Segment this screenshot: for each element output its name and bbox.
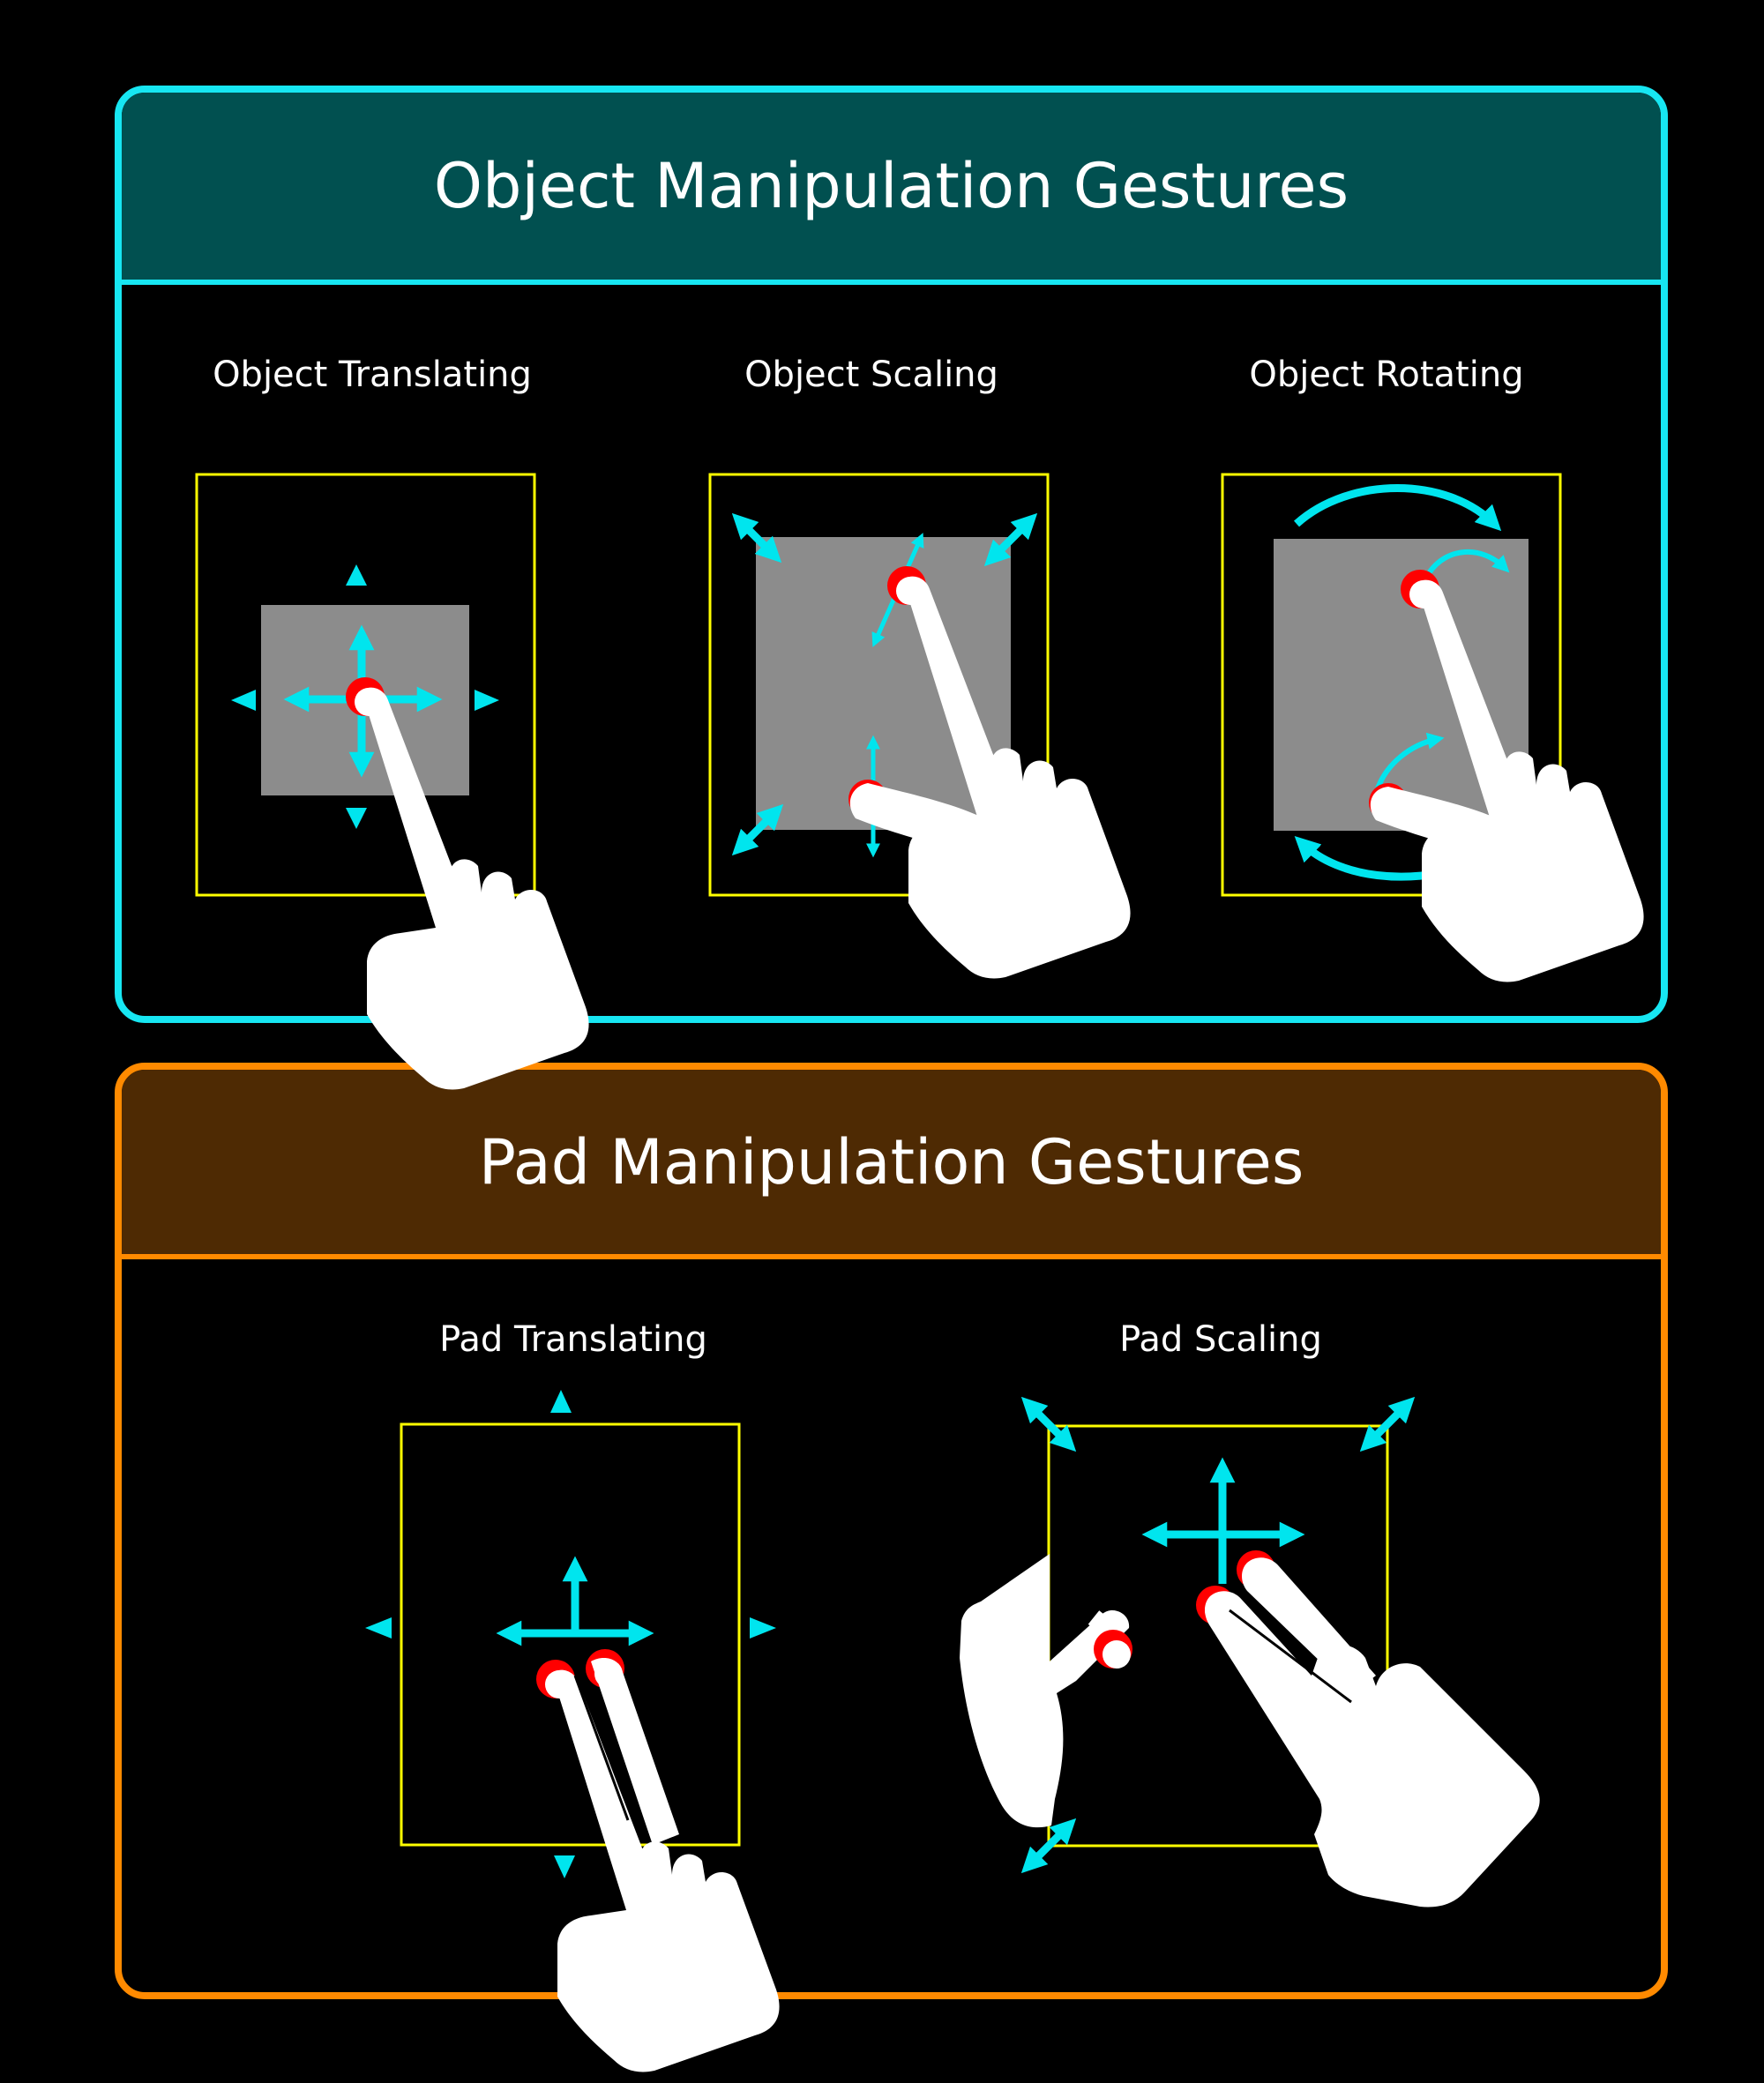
object-translating-diagram bbox=[195, 473, 589, 1090]
open-hand-icon bbox=[960, 1554, 1130, 1828]
two-finger-hand-icon bbox=[1205, 1557, 1540, 1908]
move-arrows-icon bbox=[496, 1556, 654, 1646]
hand-pointer-icon bbox=[361, 687, 589, 1090]
object-scaling-diagram bbox=[708, 473, 1131, 979]
touch-point bbox=[1094, 1630, 1132, 1669]
two-finger-hand-icon bbox=[551, 1658, 780, 2072]
pad-scaling-diagram bbox=[960, 1396, 1540, 1908]
object-rotating-diagram bbox=[1221, 473, 1644, 982]
pad-translating-diagram bbox=[365, 1390, 780, 2072]
